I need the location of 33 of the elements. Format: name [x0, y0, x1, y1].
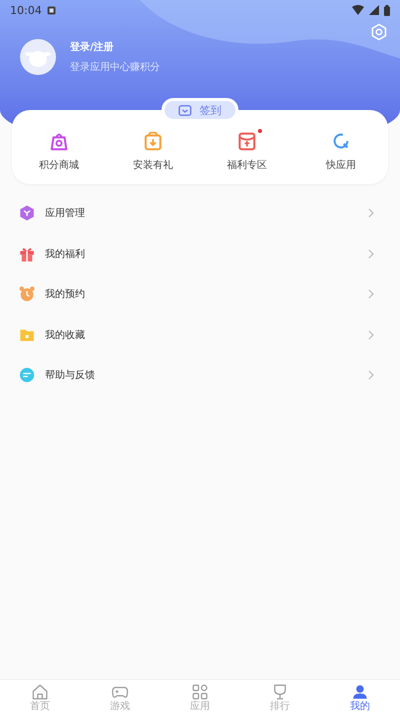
chevron-right-icon[interactable] [368, 330, 374, 340]
envelope-icon[interactable] [236, 130, 258, 152]
cube-icon[interactable] [18, 204, 36, 222]
alarm-clock-icon[interactable] [18, 285, 36, 304]
apps-grid-icon [191, 683, 209, 701]
settings-icon[interactable] [370, 23, 388, 41]
menu-item[interactable]: 我的收藏 [45, 328, 359, 342]
trophy-icon [271, 683, 289, 701]
wifi-icon [352, 5, 364, 15]
package-icon[interactable] [142, 130, 164, 152]
battery-icon [384, 4, 390, 16]
shortcut-label[interactable]: 快应用 [326, 158, 356, 172]
menu-item[interactable]: 我的福利 [45, 246, 359, 261]
login-hint: 登录应用中心赚积分 [70, 60, 160, 74]
chevron-right-icon[interactable] [368, 370, 374, 380]
avatar-icon[interactable] [20, 39, 56, 75]
status-time: 10:04 [10, 4, 42, 16]
shortcut-label[interactable]: 福利专区 [227, 158, 267, 172]
chat-bubble-icon[interactable] [18, 366, 36, 384]
chevron-right-icon[interactable] [368, 248, 374, 259]
calendar-icon [178, 104, 192, 116]
chevron-right-icon[interactable] [368, 289, 374, 300]
home-icon [31, 683, 49, 701]
signal-icon [369, 5, 379, 15]
tab[interactable]: 我的 [330, 680, 390, 716]
menu-item[interactable]: 我的预约 [45, 287, 359, 302]
shortcut-label[interactable]: 积分商城 [39, 158, 79, 172]
shortcut-label[interactable]: 安装有礼 [133, 158, 173, 172]
person-icon [351, 683, 369, 701]
menu-item[interactable]: 帮助与反馈 [45, 368, 359, 382]
menu-item[interactable]: 应用管理 [45, 206, 359, 220]
chevron-right-icon[interactable] [368, 208, 374, 218]
notification-icon [46, 6, 56, 14]
